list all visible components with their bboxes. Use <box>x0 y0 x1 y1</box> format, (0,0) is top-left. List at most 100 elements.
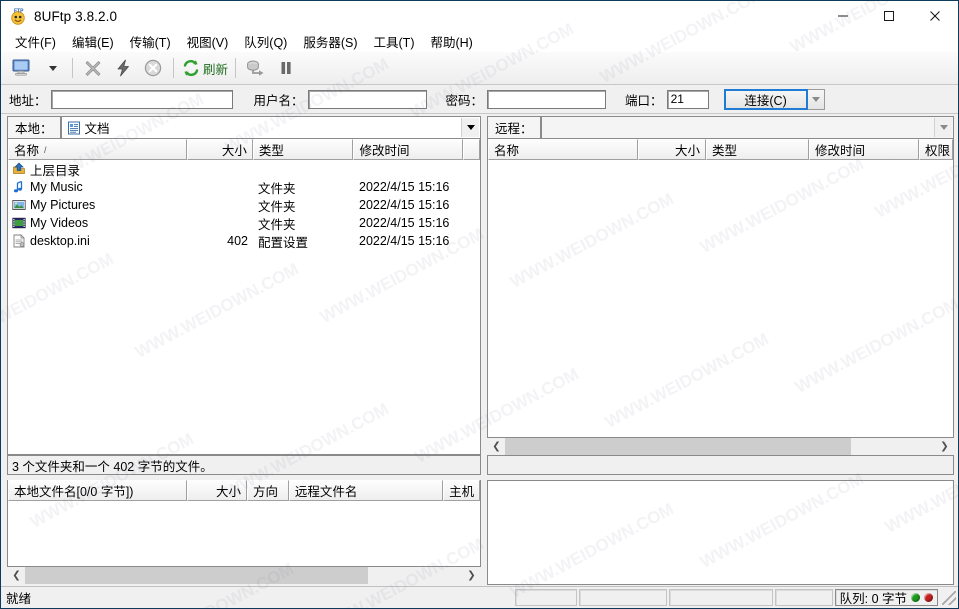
site-manager-dropdown[interactable] <box>37 54 67 82</box>
queue-list[interactable] <box>7 501 481 567</box>
file-modified: 2022/4/15 15:16 <box>354 234 464 248</box>
remote-col-name[interactable]: 名称 <box>488 139 638 160</box>
transfer-log-pane[interactable] <box>487 480 954 585</box>
minimize-button[interactable] <box>820 1 866 31</box>
close-button[interactable] <box>912 1 958 31</box>
connect-dropdown-button[interactable] <box>808 89 825 110</box>
svg-text:FTP: FTP <box>14 8 24 14</box>
remote-status-strip <box>487 455 954 475</box>
list-item[interactable]: My Pictures 文件夹 2022/4/15 15:16 <box>8 196 480 214</box>
music-note-icon <box>12 180 26 194</box>
remote-hscrollbar[interactable]: ❮ ❯ <box>488 438 953 455</box>
led-green-icon <box>911 593 920 602</box>
refresh-label: 刷新 <box>203 59 228 78</box>
list-item[interactable]: My Videos 文件夹 2022/4/15 15:16 <box>8 214 480 232</box>
list-item[interactable]: desktop.ini 402 配置设置 2022/4/15 15:16 <box>8 232 480 250</box>
remote-col-size[interactable]: 大小 <box>638 139 706 160</box>
disconnect-x-icon <box>83 58 103 78</box>
remote-path-combo[interactable] <box>541 116 954 139</box>
resize-grip-icon[interactable] <box>942 591 956 605</box>
status-message: 就绪 <box>1 588 515 607</box>
site-manager-button[interactable] <box>7 54 37 82</box>
local-col-filler <box>463 139 480 160</box>
port-input[interactable] <box>667 90 709 109</box>
address-input[interactable] <box>51 90 233 109</box>
menu-queue[interactable]: 队列(Q) <box>236 30 295 53</box>
remote-hscroll-thumb[interactable] <box>505 438 851 455</box>
queue-col-remote-filename[interactable]: 远程文件名 <box>289 480 443 501</box>
remote-col-modified[interactable]: 修改时间 <box>809 139 919 160</box>
local-col-size[interactable]: 大小 <box>187 139 253 160</box>
queue-col-size-label: 大小 <box>216 481 241 500</box>
pause-button[interactable] <box>271 54 301 82</box>
queue-col-direction[interactable]: 方向 <box>247 480 289 501</box>
password-input[interactable] <box>487 90 606 109</box>
queue-hscrollbar[interactable]: ❮ ❯ <box>8 567 480 584</box>
port-label: 端口： <box>625 90 663 109</box>
status-segment-1 <box>515 589 577 606</box>
local-column-headers: 名称 / 大小 类型 修改时间 <box>7 139 481 160</box>
disconnect-button[interactable] <box>78 54 108 82</box>
queue-col-host[interactable]: 主机 <box>443 480 480 501</box>
connect-button[interactable]: 连接(C) <box>724 89 808 110</box>
document-folder-icon <box>67 121 81 135</box>
remote-file-list[interactable] <box>487 160 954 438</box>
cancel-button[interactable] <box>138 54 168 82</box>
toolbar-separator-3 <box>235 58 236 78</box>
queue-status: 队列: 0 字节 <box>835 589 938 606</box>
queue-col-remote-filename-label: 远程文件名 <box>295 481 358 500</box>
menu-help[interactable]: 帮助(H) <box>422 30 480 53</box>
local-col-name[interactable]: 名称 / <box>8 139 187 160</box>
remote-tab-label: 远程： <box>487 116 541 139</box>
local-path-value: 文档 <box>85 118 110 137</box>
local-col-name-label: 名称 <box>14 140 39 159</box>
transfer-button[interactable] <box>241 54 271 82</box>
status-bar: 就绪 队列: 0 字节 <box>1 586 958 608</box>
file-type: 文件夹 <box>253 178 354 197</box>
remote-path-dropdown[interactable] <box>934 118 952 137</box>
remote-col-permissions-label: 权限 <box>925 140 950 159</box>
file-name: My Pictures <box>30 198 95 212</box>
username-input[interactable] <box>308 90 427 109</box>
chevron-right-icon[interactable]: ❯ <box>936 438 953 455</box>
menu-file[interactable]: 文件(F) <box>7 30 64 53</box>
refresh-button[interactable]: 刷新 <box>179 54 230 82</box>
menu-server[interactable]: 服务器(S) <box>295 30 365 53</box>
title-bar: FTP 8UFtp 3.8.2.0 <box>1 1 958 31</box>
site-manager-icon <box>11 58 33 78</box>
chevron-left-icon[interactable]: ❮ <box>8 567 25 584</box>
remote-col-type[interactable]: 类型 <box>706 139 809 160</box>
menu-view[interactable]: 视图(V) <box>179 30 237 53</box>
local-col-type[interactable]: 类型 <box>253 139 354 160</box>
menu-edit[interactable]: 编辑(E) <box>64 30 122 53</box>
queue-col-size[interactable]: 大小 <box>187 480 247 501</box>
local-col-size-label: 大小 <box>222 140 247 159</box>
queue-hscroll-thumb[interactable] <box>25 567 368 584</box>
queue-col-local-filename-label: 本地文件名[0/0 字节]) <box>14 481 133 500</box>
status-segment-4 <box>775 589 833 606</box>
ini-file-icon <box>12 234 26 248</box>
local-col-modified[interactable]: 修改时间 <box>353 139 463 160</box>
menu-tools[interactable]: 工具(T) <box>366 30 423 53</box>
local-path-dropdown[interactable] <box>461 118 479 137</box>
list-item[interactable]: 上层目录 <box>8 160 480 178</box>
remote-col-permissions[interactable]: 权限 <box>919 139 953 160</box>
quickconnect-button[interactable] <box>108 54 138 82</box>
refresh-icon <box>181 58 201 78</box>
queue-hscroll-track[interactable] <box>25 567 463 584</box>
menu-transfer[interactable]: 传输(T) <box>122 30 179 53</box>
maximize-button[interactable] <box>866 1 912 31</box>
chevron-left-icon[interactable]: ❮ <box>488 438 505 455</box>
list-item[interactable]: My Music 文件夹 2022/4/15 15:16 <box>8 178 480 196</box>
local-tab-label: 本地： <box>7 116 61 139</box>
remote-col-modified-label: 修改时间 <box>815 140 865 159</box>
queue-col-local-filename[interactable]: 本地文件名[0/0 字节]) <box>8 480 187 501</box>
app-window: FTP 8UFtp 3.8.2.0 文件(F) 编辑(E) 传输(T) 视图(V… <box>0 0 959 609</box>
chevron-right-icon[interactable]: ❯ <box>463 567 480 584</box>
password-label: 密码： <box>446 90 484 109</box>
queue-column-headers: 本地文件名[0/0 字节]) 大小 方向 远程文件名 主机 <box>7 480 481 501</box>
remote-hscroll-track[interactable] <box>505 438 936 455</box>
local-file-list[interactable]: 上层目录 My Music 文件夹 2022/4/15 15:16 <box>7 160 481 455</box>
file-name: My Music <box>30 180 83 194</box>
local-path-combo[interactable]: 文档 <box>61 116 481 139</box>
